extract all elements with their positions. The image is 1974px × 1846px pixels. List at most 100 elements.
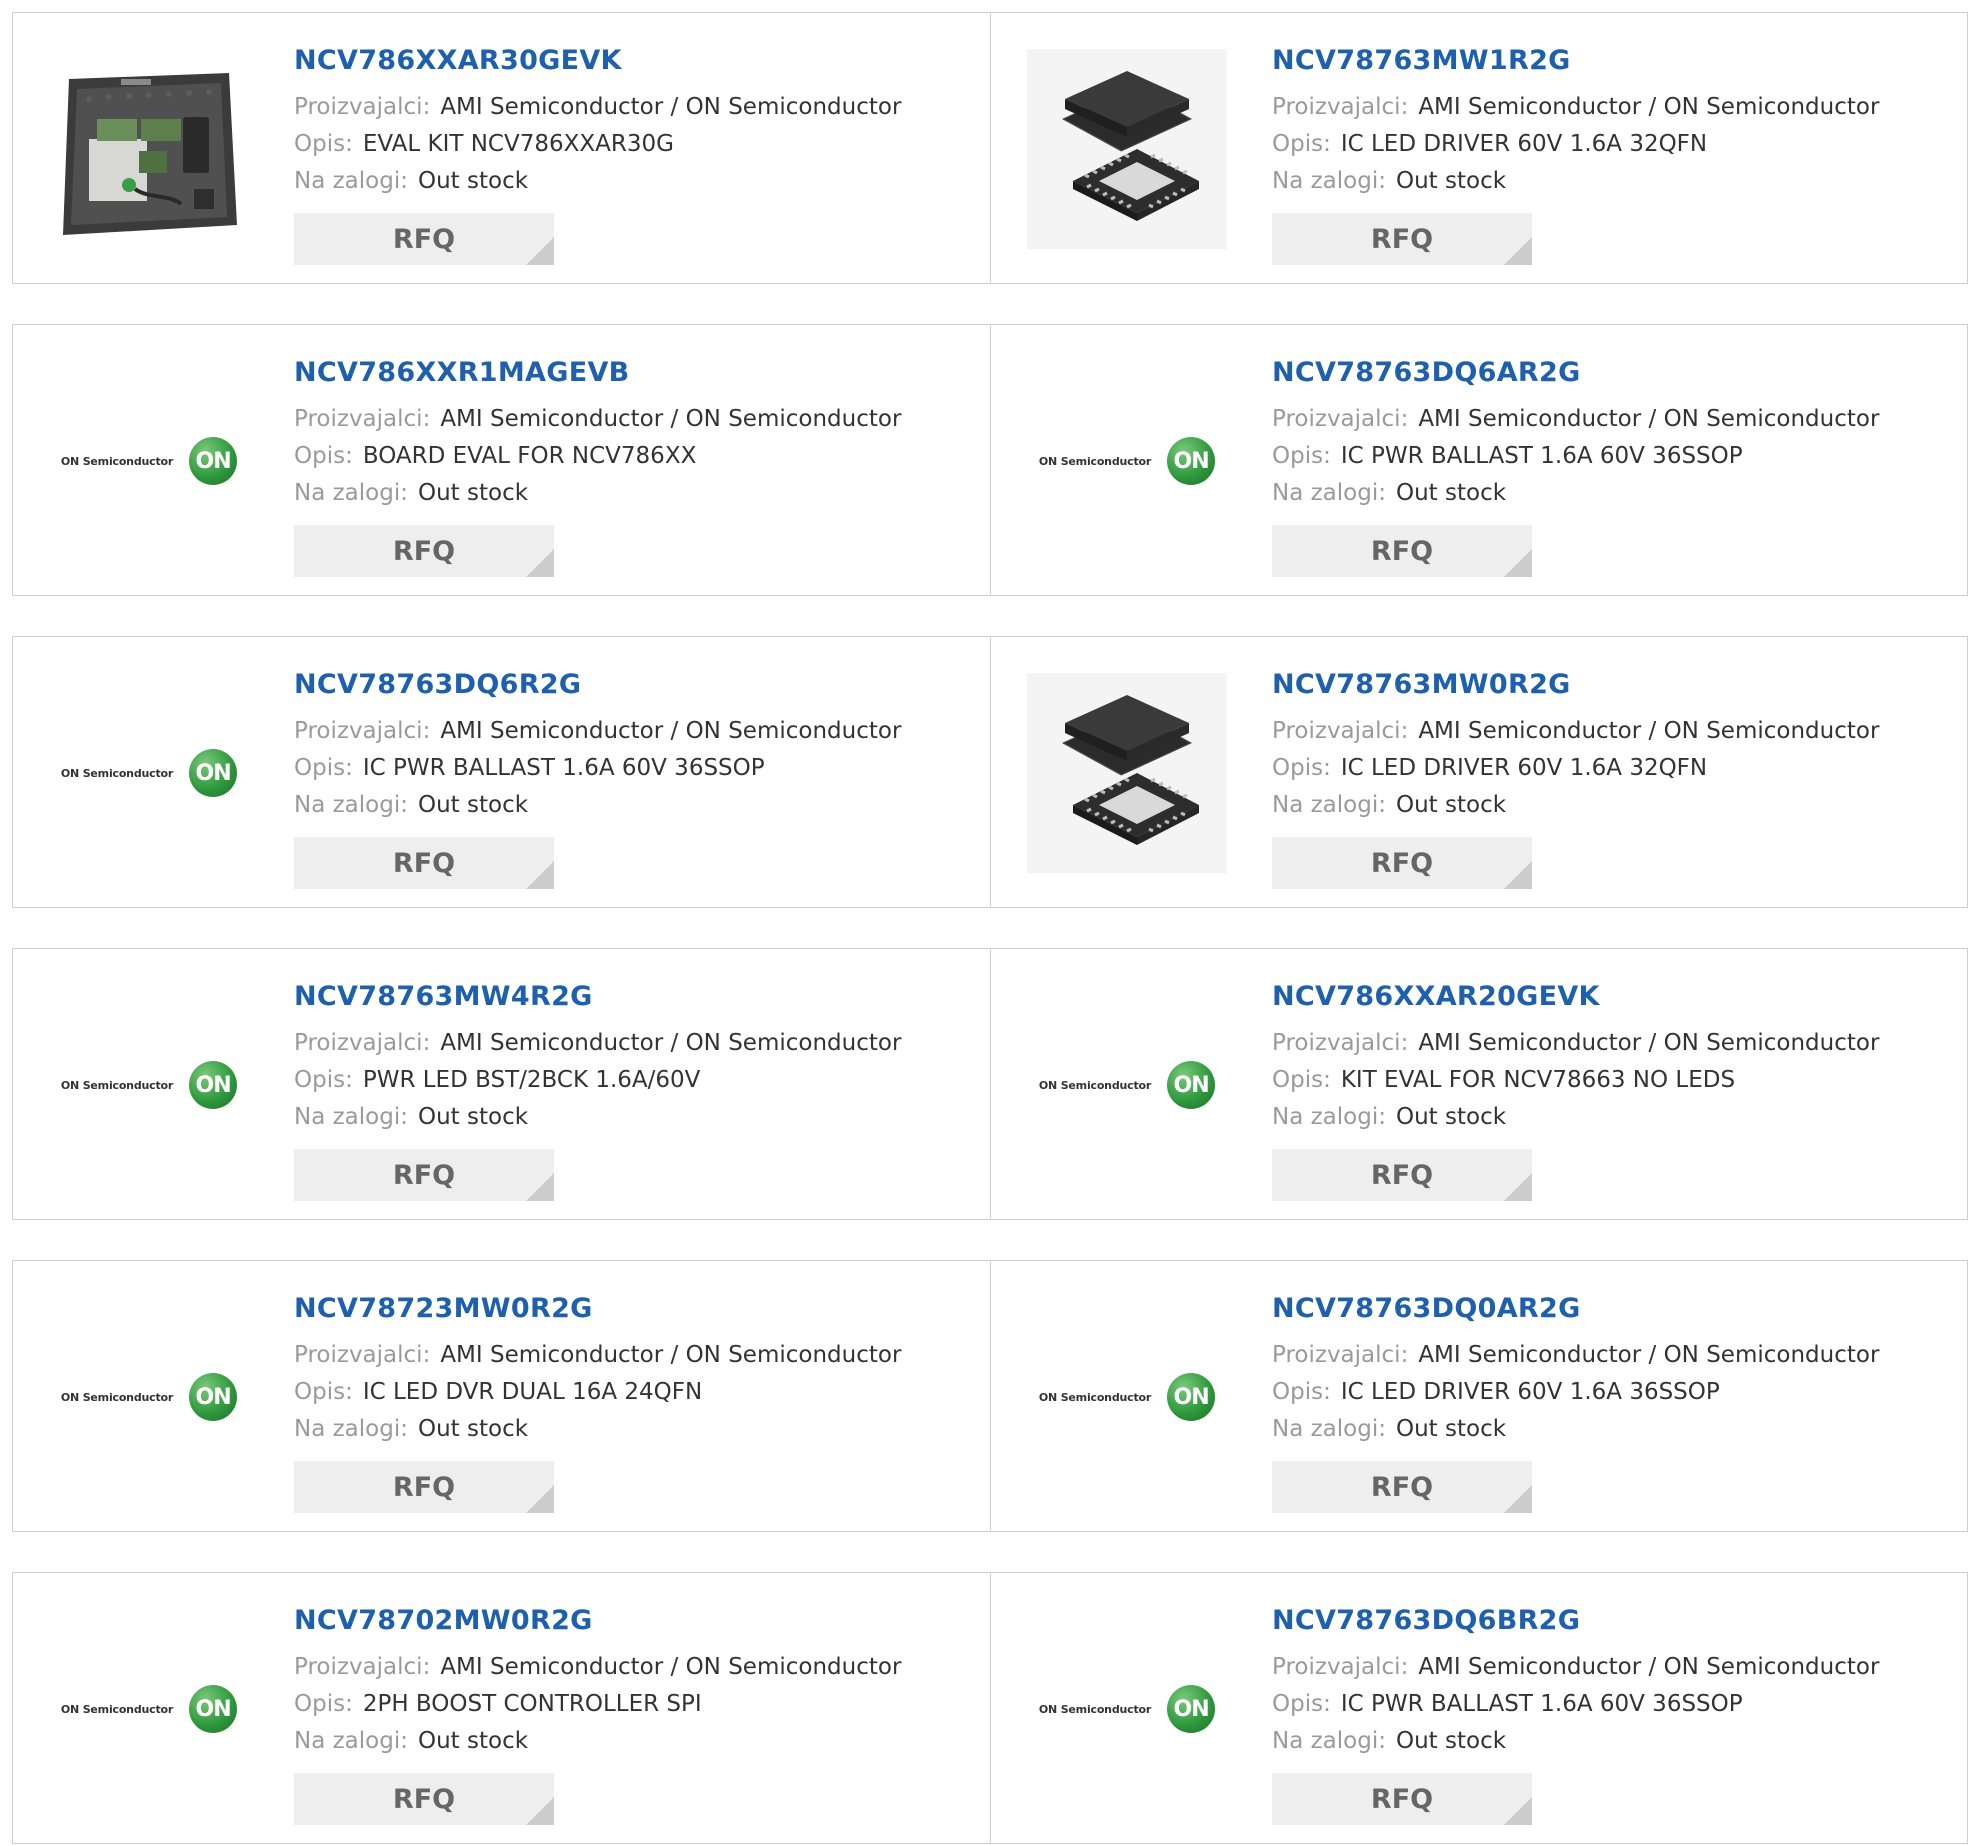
- rfq-corner-decoration: [1504, 1173, 1532, 1201]
- on-semiconductor-logo: ON Semiconductor ON: [61, 1685, 238, 1733]
- description-label: Opis:: [1272, 131, 1331, 157]
- product-card: ON Semiconductor ON NCV78763DQ6AR2G Proiz…: [990, 325, 1967, 595]
- rfq-button[interactable]: RFQ: [294, 1149, 554, 1201]
- stock-status-label: Na zalogi:: [294, 480, 408, 506]
- logo-mark: ON: [189, 1373, 238, 1421]
- rfq-button[interactable]: RFQ: [1272, 1461, 1532, 1513]
- product-title-link[interactable]: NCV78763DQ6AR2G: [1272, 357, 1581, 388]
- rfq-button-label: RFQ: [1370, 1783, 1434, 1815]
- rfq-button-label: RFQ: [1370, 847, 1434, 879]
- product-image[interactable]: ON Semiconductor ON: [49, 1297, 249, 1497]
- manufacturer-value: AMI Semiconductor / ON Semiconductor: [1418, 1030, 1880, 1056]
- logo-mark: ON: [189, 749, 238, 797]
- rfq-button[interactable]: RFQ: [294, 837, 554, 889]
- description-label: Opis:: [1272, 1379, 1331, 1405]
- stock-status-label: Na zalogi:: [1272, 1416, 1386, 1442]
- stock-status-label: Na zalogi:: [1272, 1104, 1386, 1130]
- stock-status-value: Out stock: [417, 168, 529, 194]
- product-image[interactable]: [1027, 49, 1227, 249]
- stock-status-label: Na zalogi:: [294, 1104, 408, 1130]
- on-semiconductor-logo: ON Semiconductor ON: [1038, 1061, 1216, 1109]
- rfq-button[interactable]: RFQ: [294, 1461, 554, 1513]
- rfq-button[interactable]: RFQ: [1272, 837, 1532, 889]
- manufacturer-label: Proizvajalci:: [294, 1030, 431, 1056]
- logo-wordmark: ON Semiconductor: [1038, 1078, 1152, 1092]
- stock-status-value: Out stock: [1395, 792, 1507, 818]
- product-row: ON Semiconductor ON NCV786XXR1MAGEVB Proi…: [12, 324, 1968, 596]
- manufacturer: Proizvajalci: AMI Semiconductor / ON Semi…: [1272, 406, 1879, 432]
- description: Opis: KIT EVAL FOR NCV78663 NO LEDS: [1272, 1067, 1735, 1093]
- product-title-link[interactable]: NCV78723MW0R2G: [294, 1293, 593, 1324]
- description-label: Opis:: [1272, 1691, 1331, 1717]
- manufacturer-label: Proizvajalci:: [294, 718, 431, 744]
- rfq-button[interactable]: RFQ: [294, 525, 554, 577]
- description: Opis: IC LED DRIVER 60V 1.6A 32QFN: [1272, 131, 1707, 157]
- stock-status-value: Out stock: [1395, 168, 1507, 194]
- description-label: Opis:: [294, 131, 353, 157]
- product-image[interactable]: ON Semiconductor ON: [1027, 1297, 1227, 1497]
- manufacturer-value: AMI Semiconductor / ON Semiconductor: [440, 718, 902, 744]
- rfq-button-label: RFQ: [1370, 1159, 1434, 1191]
- product-card: NCV78763MW0R2G Proizvajalci: AMI Semicondu…: [990, 637, 1967, 907]
- product-card: ON Semiconductor ON NCV78763MW4R2G Proizv…: [13, 949, 990, 1219]
- rfq-button[interactable]: RFQ: [1272, 525, 1532, 577]
- rfq-button[interactable]: RFQ: [294, 213, 554, 265]
- product-title-link[interactable]: NCV78763MW4R2G: [294, 981, 593, 1012]
- product-image[interactable]: ON Semiconductor ON: [1027, 1609, 1227, 1809]
- product-image[interactable]: ON Semiconductor ON: [1027, 985, 1227, 1185]
- product-title-link[interactable]: NCV78763MW0R2G: [1272, 669, 1571, 700]
- logo-mark: ON: [1167, 1061, 1216, 1109]
- product-image[interactable]: [49, 49, 249, 249]
- manufacturer-value: AMI Semiconductor / ON Semiconductor: [440, 1654, 902, 1680]
- description: Opis: BOARD EVAL FOR NCV786XX: [294, 443, 696, 469]
- qfn-chip-photo: [1027, 49, 1227, 249]
- stock-status-label: Na zalogi:: [1272, 168, 1386, 194]
- description: Opis: IC PWR BALLAST 1.6A 60V 36SSOP: [1272, 1691, 1743, 1717]
- product-title-link[interactable]: NCV786XXR1MAGEVB: [294, 357, 630, 388]
- product-image[interactable]: ON Semiconductor ON: [49, 673, 249, 873]
- product-card: NCV78763MW1R2G Proizvajalci: AMI Semicondu…: [990, 13, 1967, 283]
- rfq-button[interactable]: RFQ: [1272, 1149, 1532, 1201]
- rfq-button[interactable]: RFQ: [1272, 213, 1532, 265]
- rfq-button[interactable]: RFQ: [1272, 1773, 1532, 1825]
- stock-status: Na zalogi: Out stock: [294, 1104, 528, 1130]
- product-image[interactable]: [1027, 673, 1227, 873]
- on-semiconductor-logo: ON Semiconductor ON: [1039, 1685, 1216, 1733]
- manufacturer-value: AMI Semiconductor / ON Semiconductor: [440, 1342, 902, 1368]
- on-semiconductor-logo: ON Semiconductor ON: [61, 1373, 238, 1421]
- product-title-link[interactable]: NCV78763DQ6BR2G: [1272, 1605, 1580, 1636]
- description-value: IC PWR BALLAST 1.6A 60V 36SSOP: [1340, 1691, 1743, 1717]
- description-value: IC LED DVR DUAL 16A 24QFN: [362, 1379, 703, 1405]
- product-image[interactable]: ON Semiconductor ON: [1027, 361, 1227, 561]
- description: Opis: PWR LED BST/2BCK 1.6A/60V: [294, 1067, 700, 1093]
- product-title-link[interactable]: NCV78763DQ0AR2G: [1272, 1293, 1581, 1324]
- manufacturer-label: Proizvajalci:: [1272, 1342, 1409, 1368]
- stock-status-label: Na zalogi:: [294, 1416, 408, 1442]
- product-image[interactable]: ON Semiconductor ON: [49, 1609, 249, 1809]
- rfq-button-label: RFQ: [392, 1783, 456, 1815]
- manufacturer-value: AMI Semiconductor / ON Semiconductor: [440, 406, 902, 432]
- manufacturer: Proizvajalci: AMI Semiconductor / ON Semi…: [1272, 1654, 1879, 1680]
- product-image[interactable]: ON Semiconductor ON: [49, 985, 249, 1185]
- stock-status-value: Out stock: [417, 1416, 529, 1442]
- description: Opis: 2PH BOOST CONTROLLER SPI: [294, 1691, 702, 1717]
- logo-mark: ON: [189, 1685, 238, 1733]
- stock-status-value: Out stock: [417, 792, 529, 818]
- description-value: EVAL KIT NCV786XXAR30G: [362, 131, 674, 157]
- stock-status-label: Na zalogi:: [294, 168, 408, 194]
- stock-status-label: Na zalogi:: [294, 792, 408, 818]
- stock-status: Na zalogi: Out stock: [1272, 168, 1506, 194]
- product-title-link[interactable]: NCV78763MW1R2G: [1272, 45, 1571, 76]
- manufacturer-label: Proizvajalci:: [294, 1342, 431, 1368]
- stock-status: Na zalogi: Out stock: [1272, 1104, 1506, 1130]
- product-title-link[interactable]: NCV786XXAR30GEVK: [294, 45, 622, 76]
- product-title-link[interactable]: NCV78763DQ6R2G: [294, 669, 581, 700]
- product-image[interactable]: ON Semiconductor ON: [49, 361, 249, 561]
- rfq-button-label: RFQ: [1370, 1471, 1434, 1503]
- rfq-button-label: RFQ: [392, 535, 456, 567]
- rfq-button[interactable]: RFQ: [294, 1773, 554, 1825]
- product-title-link[interactable]: NCV786XXAR20GEVK: [1272, 981, 1600, 1012]
- stock-status-value: Out stock: [417, 1728, 529, 1754]
- product-title-link[interactable]: NCV78702MW0R2G: [294, 1605, 593, 1636]
- stock-status-label: Na zalogi:: [294, 1728, 408, 1754]
